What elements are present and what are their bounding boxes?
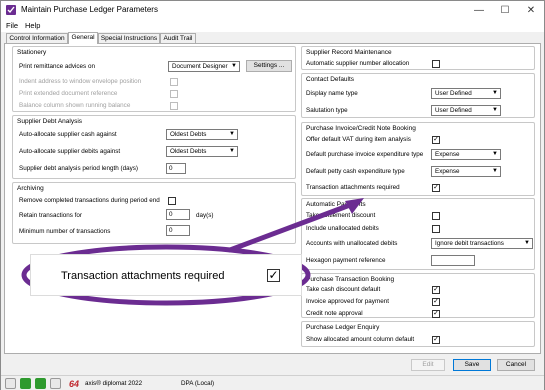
arrow-head-icon	[345, 198, 364, 214]
callout-overlay	[21, 198, 364, 306]
tab-general[interactable]: General	[68, 32, 98, 44]
callout-label: Transaction attachments required	[61, 270, 225, 282]
callout-arrow-line	[227, 202, 353, 253]
callout-checkbox: ✓	[267, 268, 280, 282]
callout-box: Transaction attachments required ✓	[30, 254, 302, 296]
